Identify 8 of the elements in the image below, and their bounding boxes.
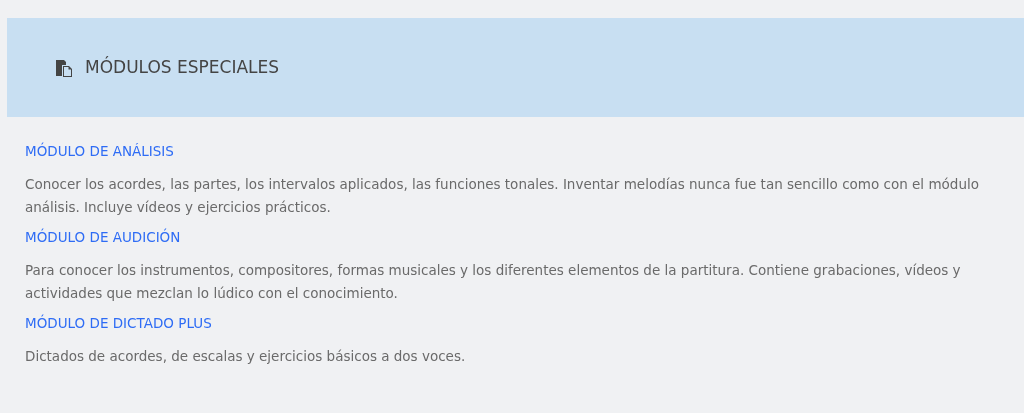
module-description: Dictados de acordes, de escalas y ejercicios básicos a dos voces.	[25, 347, 467, 366]
documents-icon	[55, 58, 73, 77]
module-link[interactable]: MÓDULO DE ANÁLISIS	[25, 141, 174, 161]
module-link[interactable]: MÓDULO DE AUDICIÓN	[25, 227, 181, 247]
module-link[interactable]: MÓDULO DE DICTADO PLUS	[25, 313, 212, 333]
module-description: Para conocer los instrumentos, compositores, formas musicales y los diferentes elementos de la partitura. Contiene grabaciones, vídeos y actividades que mezclan lo lúdico con el conocimiento.	[25, 261, 962, 303]
section-title: MÓDULOS ESPECIALES	[85, 55, 280, 79]
module-description: Conocer los acordes, las partes, los intervalos aplicados, las funciones tonales. Inventar melodías nunca fue tan sencillo como con el módulo análisis. Incluye vídeos y ejercicios prácticos.	[25, 175, 980, 217]
